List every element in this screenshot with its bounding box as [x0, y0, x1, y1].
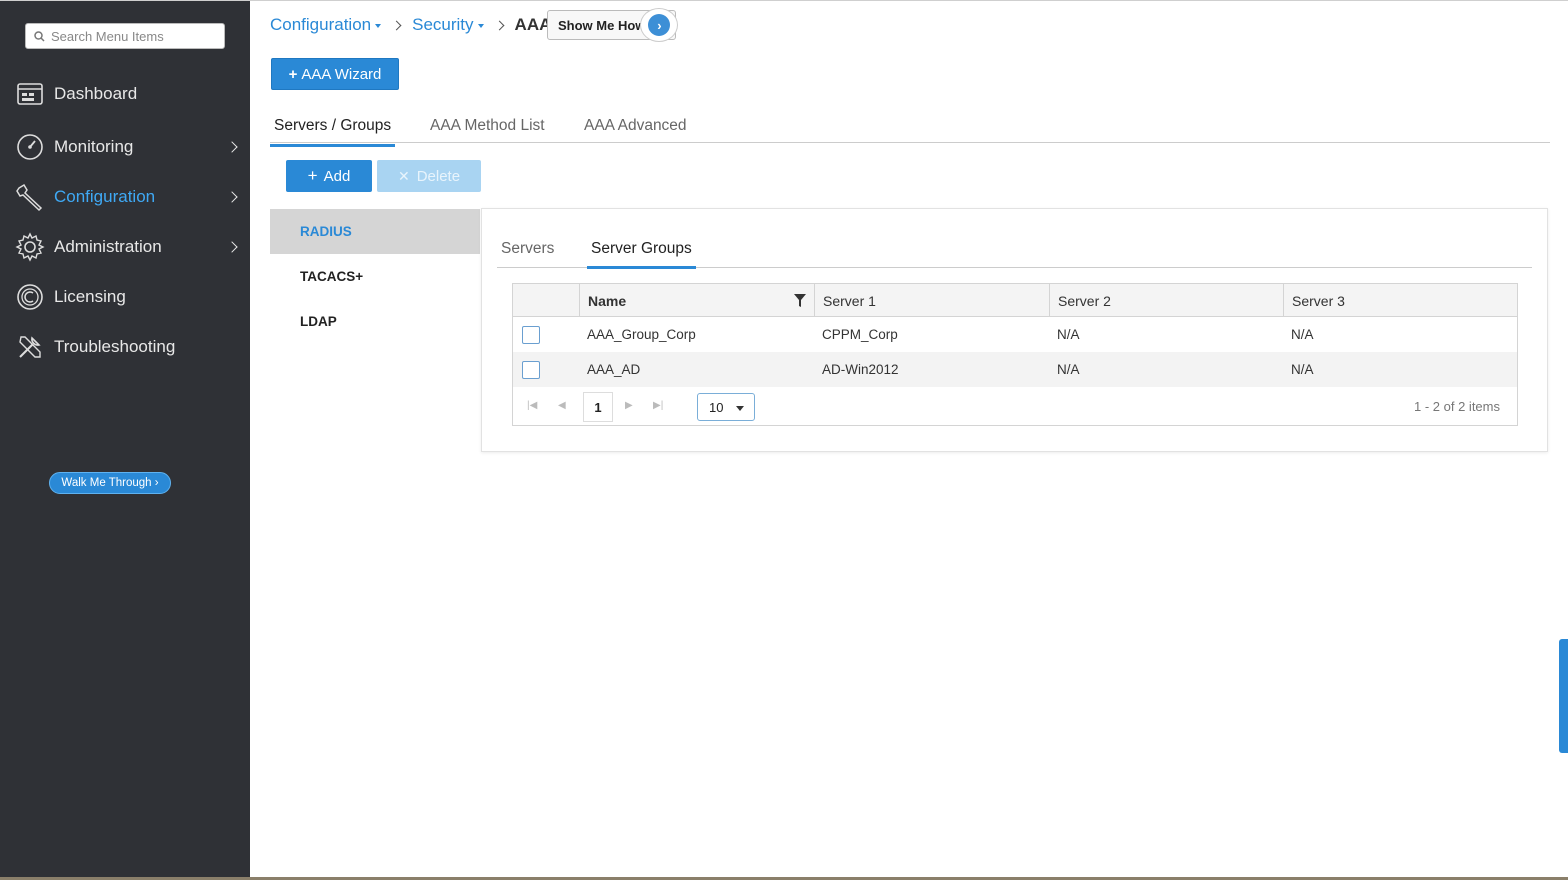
license-icon: [17, 284, 43, 310]
server-groups-table: Name Server 1 Server 2 Server 3 AAA_Grou…: [512, 283, 1518, 426]
aaa-wizard-label: AAA Wizard: [301, 65, 382, 83]
row-checkbox[interactable]: [522, 326, 540, 344]
chevron-right-icon: [226, 141, 238, 153]
main-content: Configuration Security AAA Show Me How ›…: [250, 0, 1568, 880]
column-header-server3[interactable]: Server 3: [1283, 284, 1517, 317]
pager: |◀ ◀ 1 ▶ ▶| 10 1 - 2 of 2 items: [513, 387, 1517, 425]
cell-server2: N/A: [1057, 362, 1080, 377]
caret-down-icon: [375, 23, 382, 28]
column-header-label: Name: [588, 292, 627, 309]
tab-servers[interactable]: Servers: [497, 240, 558, 266]
tab-aaa-method-list[interactable]: AAA Method List: [426, 117, 549, 144]
current-page[interactable]: 1: [583, 392, 613, 422]
sidebar-item-label: Dashboard: [54, 84, 138, 103]
filter-icon[interactable]: [794, 294, 806, 307]
last-page-icon[interactable]: ▶|: [653, 400, 663, 411]
page-size-value: 10: [709, 399, 724, 415]
caret-down-icon: [736, 406, 744, 411]
tab-aaa-advanced[interactable]: AAA Advanced: [580, 117, 691, 144]
sidebar-item-label: Troubleshooting: [54, 337, 176, 356]
sidebar-item-configuration[interactable]: Configuration: [0, 177, 250, 217]
table-row[interactable]: AAA_AD AD-Win2012 N/A N/A: [513, 352, 1517, 387]
breadcrumb-security[interactable]: Security: [412, 15, 484, 35]
sidebar: Dashboard Monitoring Configuration Admin…: [0, 0, 250, 880]
cell-server2: N/A: [1057, 327, 1080, 342]
tab-server-groups[interactable]: Server Groups: [587, 240, 696, 269]
sidebar-item-label: Configuration: [54, 187, 156, 206]
top-tabs: Servers / Groups AAA Method List AAA Adv…: [270, 109, 1550, 147]
chevron-right-icon: [226, 191, 238, 203]
sidebar-item-licensing[interactable]: Licensing: [0, 277, 250, 317]
caret-down-icon: [477, 23, 484, 28]
table-header: Name Server 1 Server 2 Server 3: [513, 284, 1517, 317]
chevron-right-icon: [391, 20, 402, 30]
breadcrumb-current: AAA: [514, 15, 552, 34]
page-size-select[interactable]: 10: [697, 393, 755, 421]
breadcrumb-configuration[interactable]: Configuration: [270, 15, 382, 35]
plus-icon: +: [307, 166, 318, 185]
cell-server1: AD-Win2012: [822, 362, 899, 377]
cell-server3: N/A: [1291, 362, 1314, 377]
show-me-how-button[interactable]: Show Me How ›: [547, 8, 679, 42]
sidebar-item-label: Monitoring: [54, 137, 134, 156]
sidebar-item-administration[interactable]: Administration: [0, 227, 250, 267]
prev-page-icon[interactable]: ◀: [558, 400, 566, 411]
tools-icon: [19, 336, 41, 358]
search-box[interactable]: [25, 23, 225, 49]
close-icon: ✕: [397, 167, 410, 184]
select-column-header: [513, 284, 579, 317]
tab-servers-groups[interactable]: Servers / Groups: [270, 117, 396, 147]
cell-server3: N/A: [1291, 327, 1314, 342]
add-label: Add: [323, 167, 351, 185]
gauge-icon: [17, 134, 43, 160]
add-button[interactable]: + Add: [286, 160, 372, 192]
protocol-ldap[interactable]: LDAP: [270, 299, 480, 344]
chevron-right-icon: ›: [648, 14, 671, 36]
delete-button[interactable]: ✕ Delete: [377, 160, 481, 192]
search-input[interactable]: [51, 28, 221, 44]
column-header-name[interactable]: Name: [579, 284, 814, 317]
cell-name: AAA_Group_Corp: [587, 327, 696, 342]
delete-label: Delete: [416, 167, 461, 185]
gear-icon: [15, 232, 45, 262]
plus-icon: +: [288, 65, 298, 83]
cell-server1: CPPM_Corp: [822, 327, 898, 342]
sidebar-item-troubleshooting[interactable]: Troubleshooting: [0, 327, 250, 367]
sidebar-item-monitoring[interactable]: Monitoring: [0, 127, 250, 167]
sidebar-item-label: Administration: [54, 237, 162, 256]
chevron-right-icon: [494, 20, 504, 30]
row-checkbox[interactable]: [522, 361, 540, 379]
dashboard-icon: [17, 83, 43, 105]
next-page-icon[interactable]: ▶: [625, 400, 633, 411]
walk-me-through-button[interactable]: Walk Me Through ›: [49, 472, 171, 494]
pager-info: 1 - 2 of 2 items: [1414, 399, 1500, 414]
protocol-tacacs[interactable]: TACACS+: [270, 254, 480, 299]
protocol-radius[interactable]: RADIUS: [270, 209, 480, 254]
aaa-wizard-button[interactable]: + AAA Wizard: [271, 58, 399, 90]
cell-name: AAA_AD: [587, 362, 641, 377]
wrench-icon: [16, 183, 43, 212]
sidebar-item-label: Licensing: [54, 287, 126, 306]
column-header-server1[interactable]: Server 1: [814, 284, 1049, 317]
column-header-server2[interactable]: Server 2: [1049, 284, 1283, 317]
sub-tabs: Servers Server Groups: [497, 233, 1532, 269]
breadcrumb: Configuration Security AAA: [270, 13, 551, 37]
sidebar-item-dashboard[interactable]: Dashboard: [0, 74, 250, 114]
chevron-right-icon: [226, 241, 238, 253]
side-drawer-handle[interactable]: [1559, 639, 1568, 753]
search-icon: [34, 30, 45, 42]
first-page-icon[interactable]: |◀: [527, 400, 537, 411]
server-groups-panel: Servers Server Groups Name Server 1 Serv…: [481, 208, 1548, 452]
table-row[interactable]: AAA_Group_Corp CPPM_Corp N/A N/A: [513, 317, 1517, 352]
protocol-list: RADIUS TACACS+ LDAP: [270, 209, 480, 344]
